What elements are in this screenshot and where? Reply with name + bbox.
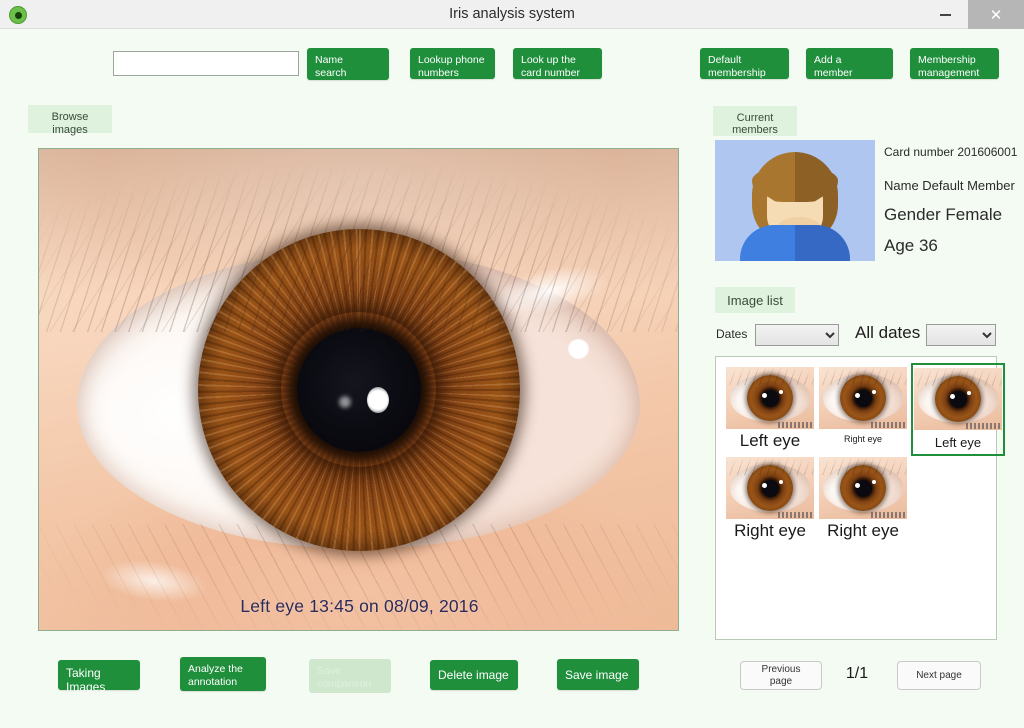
member-name: Name Default Member [884,178,1015,193]
taking-images-button[interactable]: Taking Images [58,660,140,694]
search-input[interactable] [113,51,299,76]
thumbnail-image [819,367,907,429]
member-card-number: Card number 201606001 [884,145,1018,159]
minimize-button[interactable] [930,0,960,29]
thumbnail-image [726,457,814,519]
member-gender: Gender Female [884,205,1003,224]
next-page-button[interactable]: Next page [897,661,981,690]
title-bar: Iris analysis system ✕ [0,0,1024,29]
previous-page-button[interactable]: Previous page [740,661,822,690]
main-eye-image[interactable]: Left eye 13:45 on 08/09, 2016 [38,148,679,631]
name-search-button[interactable]: Name search [307,48,389,80]
all-dates-select[interactable] [926,324,996,346]
save-image-button[interactable]: Save image [557,659,639,690]
thumbnail-image [726,367,814,429]
image-list-tab[interactable]: Image list [715,287,795,313]
dates-select[interactable] [755,324,839,346]
eye-photo [39,149,678,630]
specular-highlight-icon [568,339,589,359]
analyze-annotation-button[interactable]: Analyze the annotation [180,657,266,691]
page-indicator: 1/1 [845,665,869,682]
thumbnail-item[interactable]: Right eye [819,367,907,444]
upper-eyelashes [39,149,678,332]
lookup-phone-button[interactable]: Lookup phone numbers [410,48,495,79]
membership-management-button[interactable]: Membership management [910,48,999,79]
thumbnail-label: Left eye [739,431,801,450]
member-age: Age 36 [884,236,938,255]
delete-image-button[interactable]: Delete image [430,660,518,690]
avatar [715,140,875,261]
save-comparison-button: Save comparison [309,659,391,693]
lookup-card-button[interactable]: Look up the card number [513,48,602,79]
specular-highlight-icon [339,396,351,408]
browse-images-tab[interactable]: Browse images [28,105,112,136]
close-button[interactable]: ✕ [968,0,1024,29]
thumbnail-label: Right eye [843,434,883,444]
all-dates-label: All dates [855,323,921,342]
pupil [296,327,421,452]
thumbnail-item[interactable]: Right eye [819,457,907,541]
thumbnail-label: Right eye [734,521,806,540]
thumbnail-label: Right eye [827,521,899,540]
thumbnail-label: Left eye [934,435,982,450]
default-membership-button[interactable]: Default membership [700,48,789,79]
thumbnail-image [914,368,1002,430]
minimize-icon [939,13,951,16]
window-title: Iris analysis system [449,6,575,22]
thumbnail-panel: Left eye Right eye Left eye Right eye Ri… [715,356,1005,640]
thumbnail-image [819,457,907,519]
thumbnail-item[interactable]: Right eye [726,457,814,541]
thumbnail-item[interactable]: Left eye [726,367,814,451]
thumbnail-item-selected[interactable]: Left eye [911,363,1005,456]
avatar-body [740,225,850,261]
specular-highlight-icon [367,387,389,413]
application-window: Iris analysis system ✕ Name search Looku… [0,0,1024,728]
current-members-tab[interactable]: Current members [713,106,797,136]
image-caption: Left eye 13:45 on 08/09, 2016 [240,596,479,616]
dates-label: Dates [716,327,748,341]
add-member-button[interactable]: Add a member [806,48,893,79]
